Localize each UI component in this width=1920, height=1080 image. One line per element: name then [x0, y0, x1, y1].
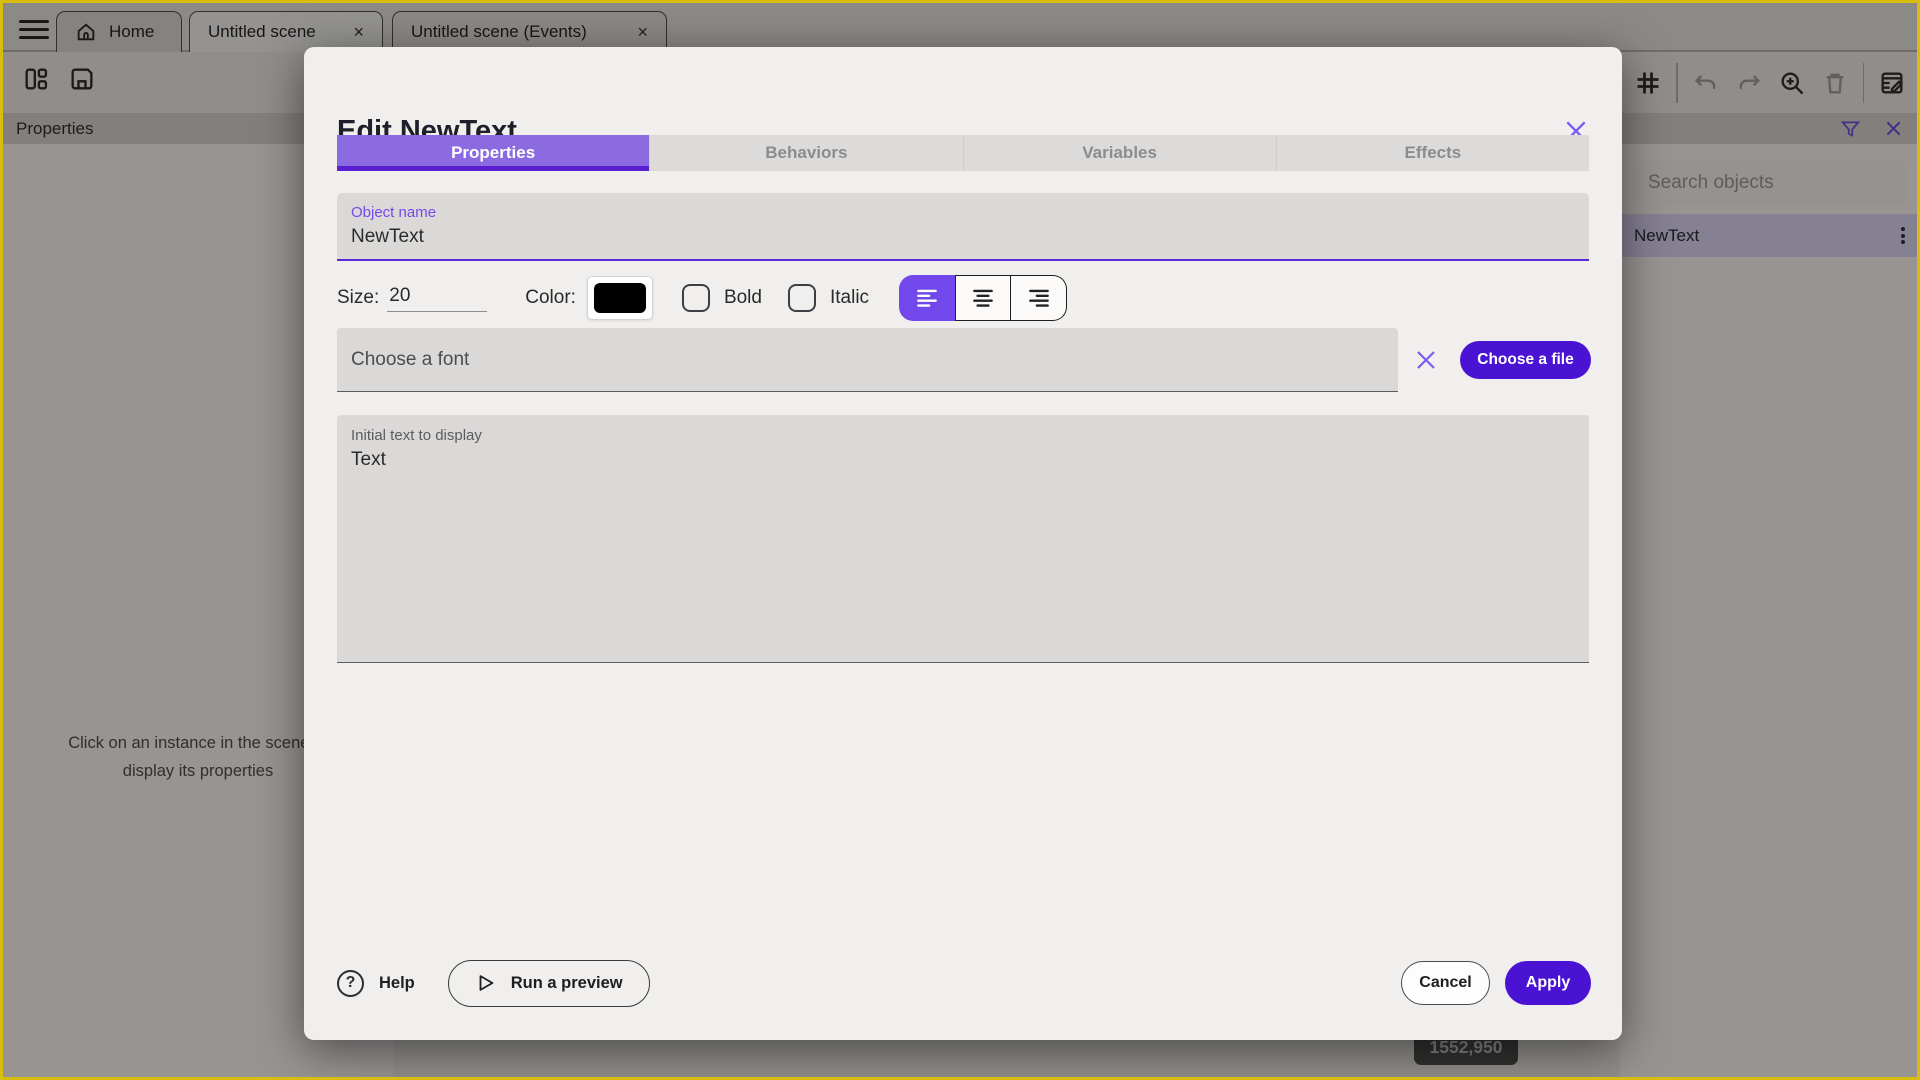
edit-object-dialog: Edit NewText Properties Behaviors Variab… — [304, 47, 1622, 1040]
tab-properties[interactable]: Properties — [337, 135, 650, 171]
initial-text-value: Text — [351, 449, 386, 470]
gdevelop-window: Home Untitled scene × Untitled scene (Ev… — [0, 0, 1920, 1080]
italic-checkbox[interactable] — [787, 284, 816, 312]
text-style-row: Size: Color: Bold Italic — [337, 275, 1589, 321]
color-label: Color: — [525, 287, 576, 308]
apply-button[interactable]: Apply — [1505, 961, 1591, 1005]
cancel-button[interactable]: Cancel — [1401, 961, 1490, 1005]
align-right-button[interactable] — [1011, 275, 1068, 321]
run-preview-button[interactable]: Run a preview — [447, 959, 650, 1007]
color-swatch[interactable] — [587, 277, 652, 319]
text-alignment-group — [899, 275, 1068, 321]
tab-behaviors[interactable]: Behaviors — [649, 135, 963, 171]
tab-variables[interactable]: Variables — [962, 135, 1276, 171]
initial-text-field[interactable]: Initial text to display Text — [337, 415, 1589, 663]
help-icon[interactable]: ? — [337, 969, 364, 997]
italic-label: Italic — [829, 287, 870, 308]
size-label: Size: — [337, 287, 380, 308]
play-icon — [475, 972, 497, 994]
help-label[interactable]: Help — [379, 974, 415, 993]
choose-file-button[interactable]: Choose a file — [1460, 341, 1591, 379]
tab-effects[interactable]: Effects — [1275, 135, 1589, 171]
bold-label: Bold — [723, 287, 762, 308]
align-center-button[interactable] — [955, 275, 1012, 321]
initial-text-label: Initial text to display — [351, 427, 482, 444]
font-select-field[interactable]: Choose a font — [337, 328, 1398, 392]
bold-checkbox[interactable] — [681, 284, 710, 312]
align-left-button[interactable] — [899, 275, 956, 321]
clear-font-icon[interactable] — [1408, 344, 1444, 376]
size-input[interactable] — [387, 284, 488, 312]
object-name-field-label: Object name — [351, 204, 437, 221]
dialog-footer: ? Help Run a preview Cancel Apply — [337, 959, 1591, 1007]
font-select-placeholder: Choose a font — [351, 348, 470, 370]
object-name-field-value: NewText — [351, 226, 424, 247]
dialog-tab-bar: Properties Behaviors Variables Effects — [337, 135, 1589, 171]
object-name-field[interactable]: Object name NewText — [337, 193, 1589, 261]
